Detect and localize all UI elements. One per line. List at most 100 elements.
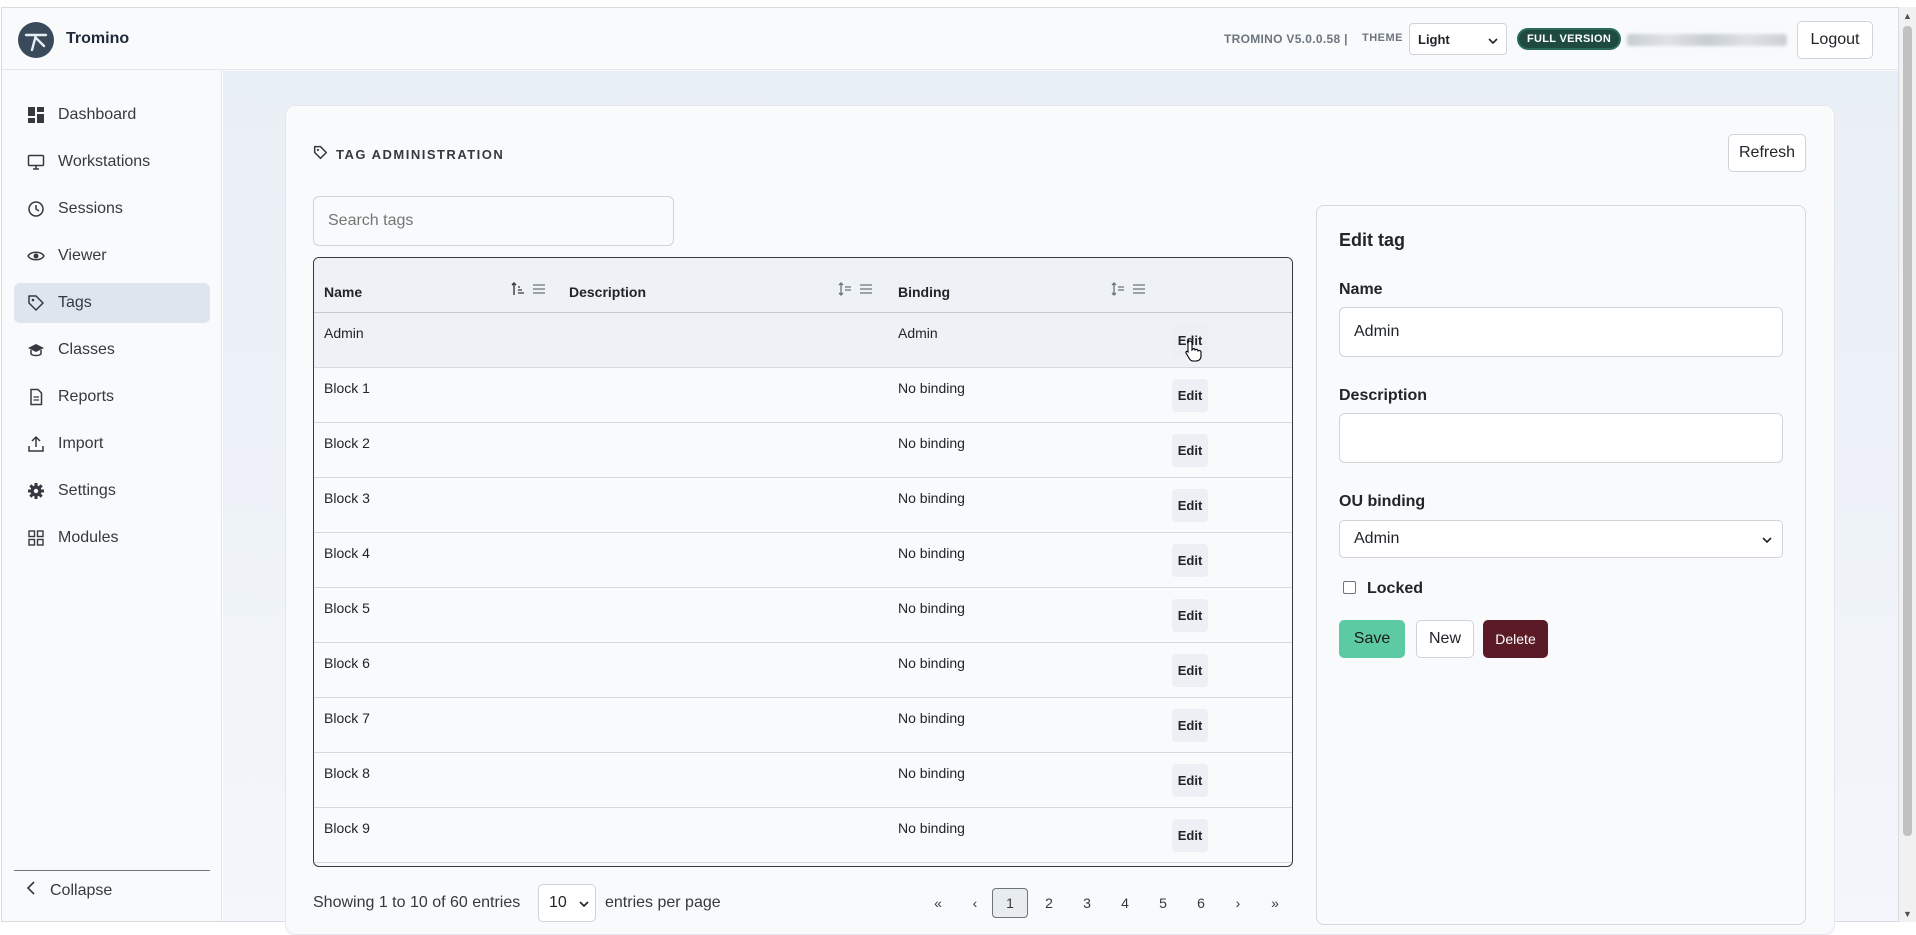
pagination-page-2[interactable]: 2 [1036,888,1062,918]
sidebar-item-reports[interactable]: Reports [14,377,210,417]
theme-label: THEME [1362,32,1403,44]
pagination-page-6[interactable]: 6 [1188,888,1214,918]
column-menu-icon[interactable] [532,282,546,299]
ou-binding-select[interactable]: Admin [1339,520,1783,558]
graduation-cap-icon [26,340,46,360]
save-button[interactable]: Save [1339,620,1405,658]
edit-button[interactable]: Edit [1172,709,1208,742]
collapse-button[interactable]: Collapse [26,881,112,900]
sidebar-item-classes[interactable]: Classes [14,330,210,370]
pagination-page-3[interactable]: 3 [1074,888,1100,918]
ou-binding-value: Admin [1354,530,1400,547]
pagination-last[interactable]: » [1262,888,1288,918]
edit-button[interactable]: Edit [1172,544,1208,577]
column-header-binding[interactable]: Binding [898,284,950,300]
page-scrollbar[interactable]: ▲ ▼ [1899,7,1916,922]
entries-per-page-select[interactable]: 10 [538,884,596,922]
pagination-prev[interactable]: ‹ [962,888,988,918]
sidebar-item-settings[interactable]: Settings [14,471,210,511]
scroll-down-arrow[interactable]: ▼ [1899,905,1916,922]
user-name-redacted [1627,34,1787,46]
sort-icon[interactable] [1111,282,1125,299]
logout-button[interactable]: Logout [1797,21,1873,59]
cell-binding: No binding [898,490,965,506]
cell-binding: No binding [898,820,965,836]
column-menu-icon[interactable] [859,282,873,299]
pagination-page-1[interactable]: 1 [992,888,1028,918]
tromino-logo [18,22,54,58]
locked-checkbox[interactable] [1343,581,1356,594]
table-row[interactable]: Block 1 No binding Edit [314,368,1292,423]
edit-button[interactable]: Edit [1172,764,1208,797]
chevron-down-icon [1488,32,1498,47]
sidebar-item-import[interactable]: Import [14,424,210,464]
table-row[interactable]: Block 5 No binding Edit [314,588,1292,643]
sidebar-item-viewer[interactable]: Viewer [14,236,210,276]
refresh-button[interactable]: Refresh [1728,134,1806,172]
table-row[interactable]: Block 4 No binding Edit [314,533,1292,588]
sidebar-item-label: Import [58,435,104,452]
cell-binding: No binding [898,380,965,396]
edit-button[interactable]: Edit [1172,599,1208,632]
edit-tag-title: Edit tag [1339,230,1405,250]
full-version-badge: FULL VERSION [1517,28,1622,50]
chevron-down-icon [1762,530,1772,548]
sidebar: Dashboard Workstations Sessions Viewer T… [2,71,222,921]
edit-button[interactable]: Edit [1172,489,1208,522]
table-row[interactable]: Block 6 No binding Edit [314,643,1292,698]
cell-binding: No binding [898,600,965,616]
cell-name: Block 8 [324,765,370,781]
sidebar-item-modules[interactable]: Modules [14,518,210,558]
collapse-label: Collapse [50,881,113,899]
grid-icon [26,528,46,548]
table-row[interactable]: Block 8 No binding Edit [314,753,1292,808]
sidebar-item-workstations[interactable]: Workstations [14,142,210,182]
table-row[interactable]: Block 2 No binding Edit [314,423,1292,478]
pagination-page-4[interactable]: 4 [1112,888,1138,918]
column-menu-icon[interactable] [1132,282,1146,299]
search-input[interactable] [313,196,674,246]
table-row[interactable]: Block 3 No binding Edit [314,478,1292,533]
new-button[interactable]: New [1416,620,1474,658]
cell-name: Block 5 [324,600,370,616]
edit-button[interactable]: Edit [1172,654,1208,687]
sidebar-item-label: Sessions [58,200,123,217]
table-header: Name Description Binding [314,258,1292,313]
sidebar-item-tags[interactable]: Tags [14,283,210,323]
upload-icon [26,434,46,454]
pagination-page-5[interactable]: 5 [1150,888,1176,918]
pagination-first[interactable]: « [925,888,951,918]
cell-name: Block 1 [324,380,370,396]
pagination-next[interactable]: › [1225,888,1251,918]
description-field[interactable] [1339,413,1783,463]
tags-table: Name Description Binding Admin Admin Edi… [313,257,1293,867]
gear-icon [26,481,46,501]
clock-icon [26,199,46,219]
sidebar-item-dashboard[interactable]: Dashboard [14,95,210,135]
column-header-description[interactable]: Description [569,284,646,300]
sort-ascending-icon[interactable] [511,282,525,299]
scroll-up-arrow[interactable]: ▲ [1899,7,1916,24]
delete-button[interactable]: Delete [1483,620,1548,658]
edit-button[interactable]: Edit [1172,819,1208,852]
theme-select-value: Light [1418,31,1450,47]
brand-name: Tromino [66,30,130,47]
cell-binding: No binding [898,710,965,726]
sidebar-item-sessions[interactable]: Sessions [14,189,210,229]
cell-name: Block 6 [324,655,370,671]
column-header-name[interactable]: Name [324,284,362,300]
sort-icon[interactable] [838,282,852,299]
cell-name: Block 7 [324,710,370,726]
theme-select[interactable]: Light [1409,23,1507,55]
table-row[interactable]: Block 9 No binding Edit [314,808,1292,863]
sidebar-item-label: Viewer [58,247,107,264]
name-field[interactable]: Admin [1339,307,1783,357]
sidebar-item-label: Reports [58,388,115,405]
cell-binding: No binding [898,655,965,671]
eye-icon [26,246,46,266]
edit-button[interactable]: Edit [1172,379,1208,412]
table-row[interactable]: Admin Admin Edit [314,313,1292,368]
scrollbar-thumb[interactable] [1903,26,1912,836]
table-row[interactable]: Block 7 No binding Edit [314,698,1292,753]
edit-button[interactable]: Edit [1172,434,1208,467]
